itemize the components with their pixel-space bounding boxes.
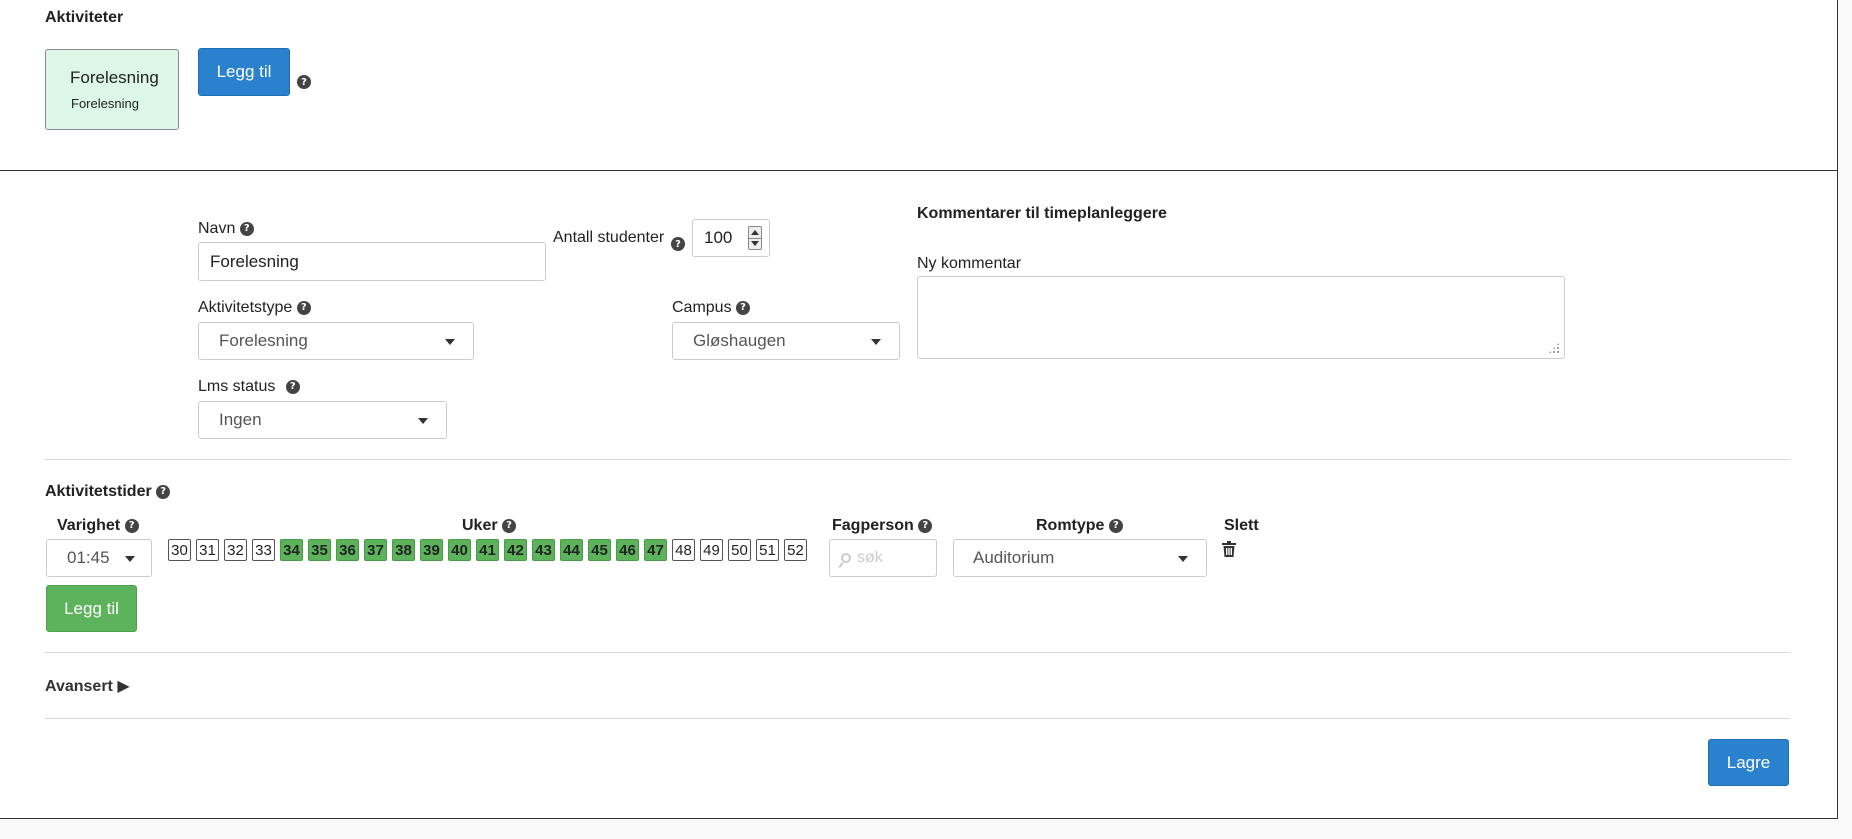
section-divider xyxy=(0,170,1838,171)
help-icon[interactable]: ? xyxy=(297,75,311,89)
students-input[interactable]: 100 xyxy=(692,219,770,257)
week-toggle-45[interactable]: 45 xyxy=(588,539,611,561)
type-select-value: Forelesning xyxy=(219,331,308,350)
week-toggle-44[interactable]: 44 xyxy=(560,539,583,561)
week-toggle-43[interactable]: 43 xyxy=(532,539,555,561)
week-toggle-48[interactable]: 48 xyxy=(672,539,695,561)
week-toggle-34[interactable]: 34 xyxy=(280,539,303,561)
lms-label: Lms status ? xyxy=(198,378,300,396)
times-heading: Aktivitetstider ? xyxy=(45,483,171,501)
chevron-down-icon xyxy=(445,339,455,345)
week-toggle-51[interactable]: 51 xyxy=(756,539,779,561)
comments-heading: Kommentarer til timeplanleggere xyxy=(917,205,1167,222)
main-panel: Aktiviteter Forelesning Forelesning Legg… xyxy=(0,0,1838,819)
type-label: Aktivitetstype ? xyxy=(198,299,311,317)
help-icon[interactable]: ? xyxy=(296,300,311,315)
week-toggle-37[interactable]: 37 xyxy=(364,539,387,561)
week-toggle-40[interactable]: 40 xyxy=(448,539,471,561)
week-toggle-35[interactable]: 35 xyxy=(308,539,331,561)
save-button[interactable]: Lagre xyxy=(1708,739,1789,786)
lms-select[interactable]: Ingen xyxy=(198,401,447,439)
duration-label: Varighet ? xyxy=(57,517,139,535)
week-toggle-38[interactable]: 38 xyxy=(392,539,415,561)
search-icon xyxy=(841,553,851,563)
divider xyxy=(45,652,1790,653)
week-toggle-36[interactable]: 36 xyxy=(336,539,359,561)
week-toggle-31[interactable]: 31 xyxy=(196,539,219,561)
advanced-toggle[interactable]: Avansert ▶ xyxy=(45,676,130,696)
week-toggle-49[interactable]: 49 xyxy=(700,539,723,561)
activity-card[interactable]: Forelesning Forelesning xyxy=(45,49,179,130)
campus-select-value: Gløshaugen xyxy=(693,331,786,350)
help-icon[interactable]: ? xyxy=(671,237,685,251)
week-toggle-30[interactable]: 30 xyxy=(168,539,191,561)
help-icon[interactable]: ? xyxy=(1108,518,1123,533)
weeks-picker: 30 31 32 33 34 35 36 37 38 39 40 41 42 43 44 45 46 47 48 49… xyxy=(168,539,807,561)
trash-icon[interactable] xyxy=(1222,541,1236,557)
activity-card-subtitle: Forelesning xyxy=(71,96,139,111)
week-toggle-32[interactable]: 32 xyxy=(224,539,247,561)
week-toggle-39[interactable]: 39 xyxy=(420,539,443,561)
roomtype-select[interactable]: Auditorium xyxy=(953,539,1207,577)
chevron-down-icon xyxy=(871,339,881,345)
week-toggle-47[interactable]: 47 xyxy=(644,539,667,561)
lms-select-value: Ingen xyxy=(219,410,262,429)
help-icon[interactable]: ? xyxy=(239,221,254,236)
weeks-label: Uker ? xyxy=(462,517,517,535)
week-toggle-46[interactable]: 46 xyxy=(616,539,639,561)
week-toggle-42[interactable]: 42 xyxy=(504,539,527,561)
students-label: Antall studenter xyxy=(553,229,665,246)
divider xyxy=(45,459,1790,460)
add-time-button[interactable]: Legg til xyxy=(46,585,137,632)
duration-select-value: 01:45 xyxy=(67,548,110,567)
campus-label: Campus ? xyxy=(672,299,751,317)
person-search-input[interactable]: søk xyxy=(829,539,937,577)
help-icon[interactable]: ? xyxy=(156,484,171,499)
duration-select[interactable]: 01:45 xyxy=(46,539,152,577)
divider xyxy=(45,718,1790,719)
week-toggle-41[interactable]: 41 xyxy=(476,539,499,561)
delete-label: Slett xyxy=(1224,517,1259,534)
help-icon[interactable]: ? xyxy=(124,518,139,533)
activities-heading: Aktiviteter xyxy=(45,9,124,26)
type-select[interactable]: Forelesning xyxy=(198,322,474,360)
help-icon[interactable]: ? xyxy=(736,300,751,315)
activity-card-title: Forelesning xyxy=(70,68,159,87)
roomtype-select-value: Auditorium xyxy=(973,548,1055,567)
campus-select[interactable]: Gløshaugen xyxy=(672,322,900,360)
chevron-down-icon xyxy=(125,556,135,562)
name-label: Navn ? xyxy=(198,220,254,238)
add-activity-button[interactable]: Legg til xyxy=(198,48,290,96)
help-icon[interactable]: ? xyxy=(502,518,517,533)
students-value: 100 xyxy=(704,228,733,247)
resize-grip-icon[interactable] xyxy=(1548,342,1560,354)
chevron-down-icon xyxy=(418,418,428,424)
comment-textarea[interactable] xyxy=(917,276,1565,359)
week-toggle-33[interactable]: 33 xyxy=(252,539,275,561)
week-toggle-52[interactable]: 52 xyxy=(784,539,807,561)
roomtype-label: Romtype ? xyxy=(1036,517,1123,535)
new-comment-label: Ny kommentar xyxy=(917,255,1022,272)
number-spinner[interactable] xyxy=(748,226,762,250)
name-input[interactable]: Forelesning xyxy=(198,242,546,281)
person-search-placeholder: søk xyxy=(857,549,883,566)
chevron-down-icon xyxy=(1178,556,1188,562)
person-label: Fagperson ? xyxy=(832,517,933,535)
help-icon[interactable]: ? xyxy=(918,518,933,533)
week-toggle-50[interactable]: 50 xyxy=(728,539,751,561)
help-icon[interactable]: ? xyxy=(285,379,300,394)
